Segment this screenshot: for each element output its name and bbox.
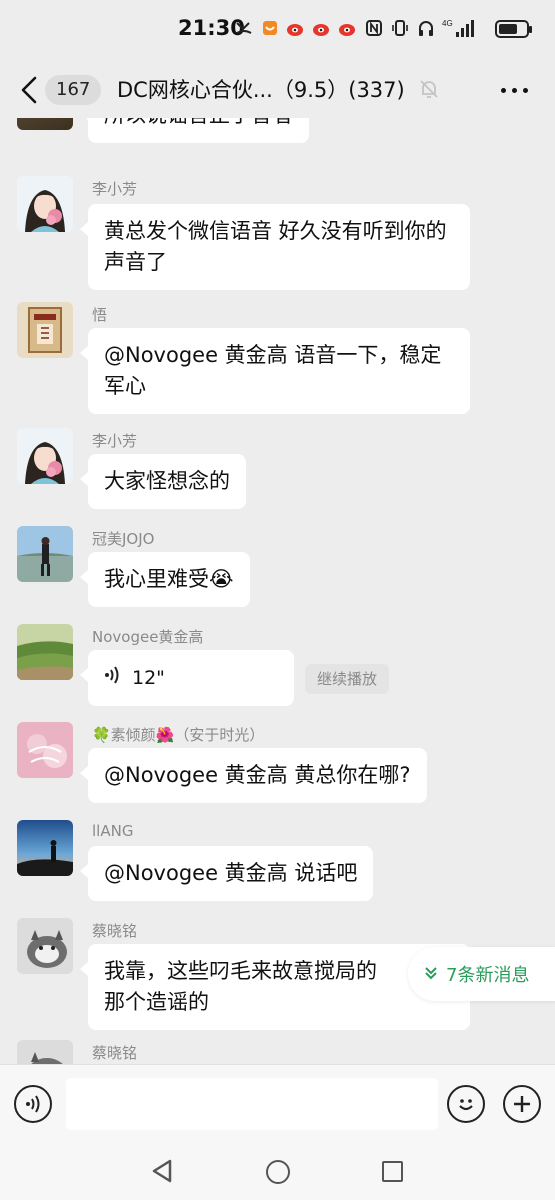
message-text: 所以说谣言止于智者 — [104, 118, 293, 127]
weibo-icon — [338, 18, 358, 38]
new-messages-button[interactable]: 7条新消息 — [408, 947, 555, 1001]
message-bubble[interactable]: @Novogee 黄金高 黄总你在哪? — [80, 748, 427, 803]
voice-duration: 12" — [132, 666, 165, 689]
avatar[interactable] — [17, 722, 73, 778]
sender-name: 李小芳 — [92, 180, 138, 198]
nfc-icon — [364, 18, 384, 38]
voice-message-bubble[interactable]: 12" — [80, 650, 294, 706]
sender-name: 冠美JOJO — [92, 530, 155, 548]
weibo-icon — [286, 18, 306, 38]
sender-name: 李小芳 — [92, 432, 138, 450]
status-icons: 4G — [234, 18, 476, 38]
sender-name: Novogee黄金高 — [92, 628, 204, 646]
voice-wave-icon — [26, 1095, 40, 1113]
sender-name: llANG — [92, 822, 134, 840]
avatar[interactable] — [17, 918, 73, 974]
message-bubble[interactable]: 黄总发个微信语音 好久没有听到你的声音了 — [80, 204, 470, 290]
dot — [523, 87, 528, 93]
continue-play-button[interactable]: 继续播放 — [305, 664, 390, 694]
plus-icon — [514, 1096, 530, 1112]
app-notification-icon — [260, 18, 280, 38]
message-text: 黄总发个微信语音 好久没有听到你的声音了 — [104, 219, 447, 274]
nav-back-icon[interactable] — [150, 1158, 174, 1184]
back-button[interactable] — [18, 74, 42, 106]
input-bar — [0, 1064, 555, 1142]
nav-home-icon[interactable] — [266, 1160, 290, 1184]
message-bubble[interactable]: 所以说谣言止于智者 — [80, 118, 309, 143]
missed-call-icon — [234, 18, 254, 38]
avatar[interactable] — [17, 624, 73, 680]
vibrate-icon — [390, 18, 410, 38]
system-nav-bar — [0, 1142, 555, 1200]
message-input[interactable] — [66, 1078, 438, 1130]
more-actions-button[interactable] — [503, 1085, 541, 1123]
status-bar: 21:30 4G — [0, 0, 555, 60]
chat-title[interactable]: DC网核心合伙...（9.5）(337) — [117, 74, 405, 104]
dot — [512, 87, 517, 93]
voice-input-button[interactable] — [14, 1085, 52, 1123]
message-bubble[interactable]: 大家怪想念的 — [80, 454, 246, 509]
sender-name: 蔡晓铭 — [92, 922, 138, 940]
message-text: @Novogee 黄金高 语音一下，稳定军心 — [104, 343, 442, 398]
battery-icon — [495, 20, 532, 38]
avatar[interactable] — [17, 820, 73, 876]
avatar[interactable] — [17, 428, 73, 484]
message-list[interactable]: 所以说谣言止于智者 李小芳 黄总发个微信语音 好久没有听到你的声音了 — [0, 118, 555, 1064]
signal-icon: 4G — [442, 18, 476, 38]
nav-recents-icon[interactable] — [382, 1161, 403, 1182]
network-type-label: 4G — [442, 19, 453, 28]
avatar[interactable] — [17, 118, 73, 130]
avatar[interactable] — [17, 302, 73, 358]
message-text: 我心里难受😭 — [104, 567, 234, 591]
avatar[interactable] — [17, 176, 73, 232]
weibo-icon — [312, 18, 332, 38]
smiley-icon — [459, 1099, 473, 1111]
voice-wave-icon — [104, 663, 122, 694]
headphones-icon — [416, 18, 436, 38]
message-text: 大家怪想念的 — [104, 469, 230, 493]
double-chevron-down-icon — [424, 964, 438, 985]
chevron-left-icon — [21, 76, 37, 104]
message-bubble[interactable]: @Novogee 黄金高 语音一下，稳定军心 — [80, 328, 470, 414]
message-text: @Novogee 黄金高 说话吧 — [104, 861, 358, 885]
avatar[interactable] — [17, 526, 73, 582]
avatar[interactable] — [17, 1040, 73, 1064]
message-bubble[interactable]: 我心里难受😭 — [80, 552, 250, 607]
sender-name: 悟 — [92, 306, 108, 324]
sender-name: 🍀素倾颜🌺（安于时光） — [92, 726, 265, 744]
message-text: @Novogee 黄金高 黄总你在哪? — [104, 763, 411, 787]
unread-count-badge[interactable]: 167 — [45, 75, 102, 105]
message-bubble[interactable]: @Novogee 黄金高 说话吧 — [79, 846, 374, 901]
chat-header: 167 DC网核心合伙...（9.5）(337) — [0, 60, 555, 118]
more-options-button[interactable] — [501, 80, 531, 100]
dot — [501, 87, 506, 93]
new-messages-label: 7条新消息 — [446, 965, 530, 986]
mute-bell-icon — [418, 78, 440, 100]
sender-name: 蔡晓铭 — [92, 1044, 138, 1062]
emoji-button[interactable] — [447, 1085, 485, 1123]
message-text: 我靠，这些叼毛来故意搅局的 那个造谣的 — [104, 959, 377, 1014]
